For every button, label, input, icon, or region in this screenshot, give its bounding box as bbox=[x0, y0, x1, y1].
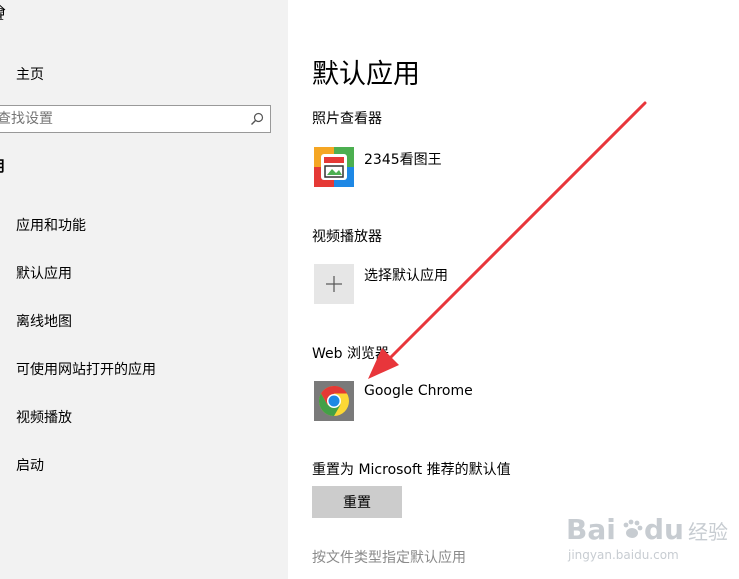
sidebar-item-home-label: 主页 bbox=[16, 67, 44, 83]
photo-viewer-app-name: 2345看图王 bbox=[364, 152, 442, 168]
sidebar-item-default-apps[interactable]: 默认应用 bbox=[16, 263, 72, 283]
video-player-app-name: 选择默认应用 bbox=[364, 268, 448, 284]
home-icon bbox=[0, 4, 6, 16]
watermark-brand-a: Bai bbox=[566, 513, 616, 546]
sidebar-item-offline-maps[interactable]: 离线地图 bbox=[16, 311, 72, 331]
sidebar-item-video-playback[interactable]: 视频播放 bbox=[16, 407, 72, 427]
search-box[interactable] bbox=[0, 105, 271, 133]
reset-button[interactable]: 重置 bbox=[312, 486, 402, 518]
main-content: 默认应用 照片查看器 2345看图王 视频播放器 选择默认应用 Web 浏览器 bbox=[288, 0, 739, 579]
web-browser-app-name: Google Chrome bbox=[364, 383, 473, 399]
sidebar-item-apps-features[interactable]: 应用和功能 bbox=[16, 215, 86, 235]
web-browser-label: Web 浏览器 bbox=[312, 346, 389, 362]
paw-icon bbox=[623, 519, 643, 538]
settings-sidebar: 置 主页 用 应用和功能 默认应用 离线地图 可使用网站打开的应用 视频播放 启… bbox=[0, 0, 288, 579]
sidebar-item-startup[interactable]: 启动 bbox=[16, 455, 44, 475]
search-icon[interactable] bbox=[250, 112, 264, 126]
plus-icon bbox=[314, 264, 354, 304]
sidebar-section-title: 用 bbox=[0, 155, 5, 176]
image-viewer-app-icon bbox=[314, 147, 354, 187]
chrome-icon bbox=[314, 381, 354, 421]
photo-viewer-label: 照片查看器 bbox=[312, 111, 382, 127]
watermark-url: jingyan.baidu.com bbox=[567, 548, 679, 562]
sidebar-item-apps-for-websites[interactable]: 可使用网站打开的应用 bbox=[16, 359, 156, 379]
watermark-brand-b: du bbox=[644, 513, 684, 546]
reset-label: 重置为 Microsoft 推荐的默认值 bbox=[312, 462, 511, 478]
search-input[interactable] bbox=[0, 106, 237, 132]
video-player-label: 视频播放器 bbox=[312, 229, 382, 245]
watermark-product: 经验 bbox=[688, 520, 728, 544]
page-title: 默认应用 bbox=[312, 59, 420, 90]
baidu-watermark-logo: Bai du 经验 jingyan.baidu.com bbox=[566, 513, 728, 562]
file-type-defaults-link[interactable]: 按文件类型指定默认应用 bbox=[312, 547, 466, 567]
